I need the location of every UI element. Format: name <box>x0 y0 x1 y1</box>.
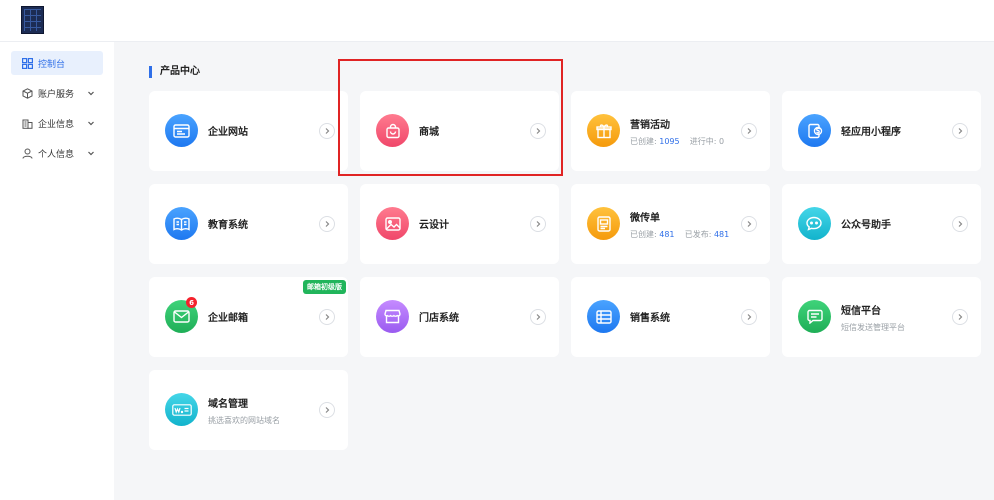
domain-icon <box>165 393 198 426</box>
product-card-enterprise-site[interactable]: 企业网站 <box>149 91 348 171</box>
book-icon <box>165 207 198 240</box>
chevron-right-icon[interactable] <box>319 123 335 139</box>
sidebar-item-label: 个人信息 <box>38 149 75 160</box>
chevron-right-icon[interactable] <box>952 309 968 325</box>
chevron-right-icon[interactable] <box>952 123 968 139</box>
notification-count: 6 <box>186 297 197 308</box>
card-title: 轻应用小程序 <box>841 127 901 138</box>
chevron-right-icon[interactable] <box>319 309 335 325</box>
sidebar: 控制台 账户服务 企业信息 个人信息 <box>0 42 114 500</box>
card-description: 挑选喜欢的网站域名 <box>208 416 280 425</box>
chat-bubble-icon <box>798 207 831 240</box>
product-card-flyer[interactable]: 微传单 已创建: 481 已发布: 481 <box>571 184 770 264</box>
product-card-mall[interactable]: 商城 <box>360 91 559 171</box>
card-title: 微传单 <box>630 213 660 224</box>
chevron-right-icon[interactable] <box>530 216 546 232</box>
sidebar-item-label: 企业信息 <box>38 119 75 130</box>
product-card-marketing[interactable]: 营销活动 已创建: 1095 进行中: 0 <box>571 91 770 171</box>
sidebar-item-company-info[interactable]: 企业信息 <box>11 111 103 135</box>
chevron-right-icon[interactable] <box>741 216 757 232</box>
message-icon <box>798 300 831 333</box>
chevron-right-icon[interactable] <box>319 216 335 232</box>
website-icon <box>165 114 198 147</box>
cube-icon <box>21 87 33 99</box>
card-title: 商城 <box>419 127 439 138</box>
product-card-store-system[interactable]: 门店系统 <box>360 277 559 357</box>
chevron-down-icon <box>88 121 94 126</box>
sidebar-item-personal-info[interactable]: 个人信息 <box>11 141 103 165</box>
card-title: 营销活动 <box>630 120 670 131</box>
mini-program-icon <box>798 114 831 147</box>
card-title: 门店系统 <box>419 313 459 324</box>
card-stats: 已创建: 1095 进行中: 0 <box>630 137 725 146</box>
card-title: 云设计 <box>419 220 449 231</box>
product-card-mini-program[interactable]: 轻应用小程序 <box>782 91 981 171</box>
sidebar-item-account-services[interactable]: 账户服务 <box>11 81 103 105</box>
card-title: 企业邮箱 <box>208 313 248 324</box>
sidebar-item-console[interactable]: 控制台 <box>11 51 103 75</box>
section-title: 产品中心 <box>149 66 200 78</box>
logo[interactable] <box>21 6 44 34</box>
product-card-education[interactable]: 教育系统 <box>149 184 348 264</box>
card-title: 短信平台 <box>841 306 881 317</box>
sidebar-item-label: 控制台 <box>38 59 66 70</box>
sidebar-item-label: 账户服务 <box>38 89 75 100</box>
image-icon <box>376 207 409 240</box>
product-card-sms-platform[interactable]: 短信平台 短信发送管理平台 <box>782 277 981 357</box>
chevron-right-icon[interactable] <box>952 216 968 232</box>
flyer-icon <box>587 207 620 240</box>
card-description: 短信发送管理平台 <box>841 323 905 332</box>
card-title: 教育系统 <box>208 220 248 231</box>
chevron-down-icon <box>88 91 94 96</box>
chevron-down-icon <box>88 151 94 156</box>
chevron-right-icon[interactable] <box>741 123 757 139</box>
shopping-bag-icon <box>376 114 409 147</box>
product-card-sales-system[interactable]: 销售系统 <box>571 277 770 357</box>
building-icon <box>21 117 33 129</box>
card-title: 域名管理 <box>208 399 248 410</box>
top-bar <box>0 0 994 42</box>
product-card-wechat-assistant[interactable]: 公众号助手 <box>782 184 981 264</box>
chevron-right-icon[interactable] <box>530 309 546 325</box>
card-title: 销售系统 <box>630 313 670 324</box>
grid-icon <box>21 57 33 69</box>
chevron-right-icon[interactable] <box>319 402 335 418</box>
product-card-cloud-design[interactable]: 云设计 <box>360 184 559 264</box>
list-icon <box>587 300 620 333</box>
store-icon <box>376 300 409 333</box>
card-stats: 已创建: 481 已发布: 481 <box>630 230 730 239</box>
gift-icon <box>587 114 620 147</box>
user-icon <box>21 147 33 159</box>
card-title: 公众号助手 <box>841 220 891 231</box>
chevron-right-icon[interactable] <box>530 123 546 139</box>
card-title: 企业网站 <box>208 127 248 138</box>
product-card-enterprise-mail[interactable]: 邮箱初级版 6 企业邮箱 <box>149 277 348 357</box>
plan-badge: 邮箱初级版 <box>303 280 346 294</box>
product-card-domain-management[interactable]: 域名管理 挑选喜欢的网站域名 <box>149 370 348 450</box>
chevron-right-icon[interactable] <box>741 309 757 325</box>
